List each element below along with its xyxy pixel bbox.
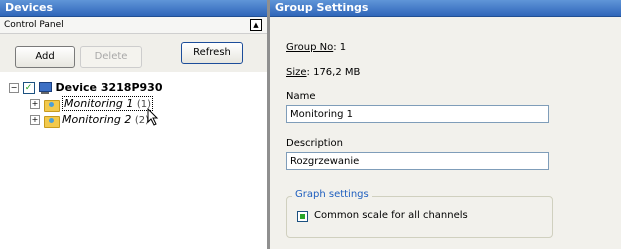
tree-node-device[interactable]: − ✓ Device 3218P930: [9, 80, 162, 96]
size-label: Size: [286, 67, 307, 78]
graph-settings-title: Graph settings: [292, 189, 372, 200]
group-folder-icon: [43, 114, 60, 128]
devices-panel-header: Devices: [0, 0, 267, 17]
mouse-cursor-icon: [147, 108, 159, 126]
group-no-value: : 1: [333, 42, 347, 53]
group-settings-header: Group Settings: [270, 0, 621, 17]
name-field[interactable]: Monitoring 1: [286, 105, 549, 123]
devices-panel: Devices Control Panel ▲ Add Delete Refre…: [0, 0, 267, 249]
common-scale-label[interactable]: Common scale for all channels: [314, 210, 468, 221]
group-name: Monitoring 1: [64, 97, 134, 110]
app-window: Devices Control Panel ▲ Add Delete Refre…: [0, 0, 621, 249]
delete-button[interactable]: Delete: [80, 46, 142, 68]
device-tree: − ✓ Device 3218P930 + Monitoring 1 (1) +…: [0, 72, 267, 249]
control-panel-bar: Control Panel ▲: [0, 17, 267, 34]
group-no-info: Group No: 1: [286, 42, 346, 53]
tree-node-monitoring-2[interactable]: + Monitoring 2 (2): [30, 112, 149, 128]
tree-node-monitoring-1[interactable]: + Monitoring 1 (1): [30, 96, 153, 112]
refresh-button[interactable]: Refresh: [181, 42, 243, 64]
name-label: Name: [286, 91, 316, 102]
description-field[interactable]: Rozgrzewanie: [286, 152, 549, 170]
monitor-icon: [38, 82, 52, 94]
group-name: Monitoring 2: [62, 113, 132, 126]
device-checkbox[interactable]: ✓: [22, 82, 35, 94]
group-no-label: Group No: [286, 42, 334, 53]
group-folder-icon: [43, 98, 60, 112]
expand-node-icon[interactable]: +: [30, 115, 40, 125]
expand-node-icon[interactable]: +: [30, 99, 40, 109]
size-value: : 176,2 MB: [306, 67, 361, 78]
size-info: Size: 176,2 MB: [286, 67, 360, 78]
device-name[interactable]: Device 3218P930: [56, 81, 163, 94]
control-panel-label: Control Panel: [4, 20, 64, 30]
group-settings-panel: Group Settings Group No: 1 Size: 176,2 M…: [270, 0, 621, 249]
tree-node-label-selected[interactable]: Monitoring 1 (1): [62, 96, 153, 111]
collapse-node-icon[interactable]: −: [9, 83, 19, 93]
collapse-icon[interactable]: ▲: [250, 19, 262, 31]
control-panel-toolbar: Add Delete Refresh: [0, 34, 267, 73]
add-button[interactable]: Add: [15, 46, 75, 68]
description-label: Description: [286, 138, 343, 149]
common-scale-checkbox[interactable]: [297, 211, 308, 222]
